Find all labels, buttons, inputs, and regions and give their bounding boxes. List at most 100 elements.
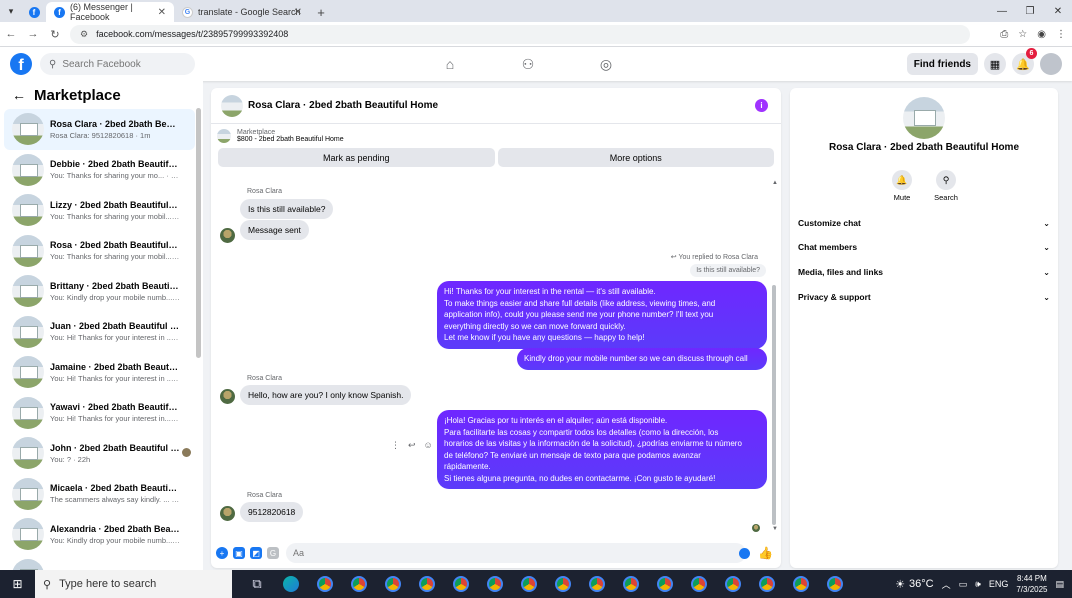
profile-avatar[interactable]	[903, 97, 945, 139]
notification-center-icon[interactable]: ▤	[1055, 579, 1064, 590]
conversation-info-icon[interactable]: i	[755, 99, 768, 112]
tab-facebook-pinned[interactable]: f	[22, 2, 46, 22]
url-field[interactable]: ⚙ facebook.com/messages/t/23895799993392…	[70, 24, 970, 44]
sender-avatar[interactable]	[220, 389, 235, 404]
network-icon[interactable]: ▭	[959, 579, 968, 590]
conversation-item[interactable]: Rosa Clara · 2bed 2bath Beautif... Rosa C…	[4, 109, 195, 150]
browser-menu-icon[interactable]: ⋮	[1056, 29, 1066, 40]
facebook-search-box[interactable]: ⚲	[40, 53, 195, 75]
message-bubble-incoming[interactable]: Is this still available?	[240, 199, 334, 219]
photo-icon[interactable]: ▣	[233, 547, 245, 559]
plus-icon[interactable]: +	[216, 547, 228, 559]
chrome-window-icon[interactable]	[784, 570, 818, 598]
chrome-window-icon[interactable]	[478, 570, 512, 598]
media-files-section[interactable]: Media, files and links ⌄	[798, 260, 1050, 284]
minimize-icon[interactable]: —	[988, 0, 1016, 22]
conversation-item[interactable]: Brittany · 2bed 2bath Beautiful ... You: …	[4, 271, 195, 312]
profile-icon[interactable]: ◉	[1037, 29, 1046, 40]
weather-widget[interactable]: ☀ 36°C	[895, 578, 933, 591]
windows-start-icon[interactable]: ⊞	[0, 577, 35, 591]
gif-icon[interactable]: G	[267, 547, 279, 559]
close-tab-icon[interactable]: ✕	[294, 7, 302, 18]
close-window-icon[interactable]: ✕	[1044, 0, 1072, 22]
message-input[interactable]	[286, 543, 746, 563]
tab-search-icon[interactable]: ▾	[0, 0, 22, 22]
bookmark-star-icon[interactable]: ☆	[1018, 29, 1027, 40]
forward-icon[interactable]: →	[22, 28, 44, 40]
chrome-window-icon[interactable]	[648, 570, 682, 598]
mute-button[interactable]: 🔔 Mute	[889, 170, 915, 202]
chrome-window-icon[interactable]	[308, 570, 342, 598]
sender-avatar[interactable]	[220, 228, 235, 243]
notifications-icon[interactable]: 🔔 6	[1012, 48, 1037, 75]
conversation-item[interactable]: Shane · 2bed 2bath Beautiful ...	[4, 555, 195, 570]
chrome-window-icon[interactable]	[342, 570, 376, 598]
tray-overflow-icon[interactable]: ︿	[942, 578, 951, 591]
chat-avatar[interactable]	[221, 94, 243, 117]
site-settings-icon[interactable]: ⚙	[80, 29, 88, 40]
search-conversation-button[interactable]: ⚲ Search	[933, 170, 959, 202]
groups-icon[interactable]: ◎	[596, 56, 616, 73]
chrome-window-icon[interactable]	[580, 570, 614, 598]
tab-google[interactable]: G translate - Google Search ✕	[174, 2, 310, 22]
message-bubble-outgoing[interactable]: Hi! Thanks for your interest in the rent…	[437, 281, 767, 349]
quoted-message[interactable]: Is this still available?	[690, 264, 766, 277]
conversation-item[interactable]: Jamaine · 2bed 2bath Beautiful ... You: H…	[4, 352, 195, 393]
message-bubble-incoming[interactable]: Hello, how are you? I only know Spanish.	[240, 385, 412, 405]
thumbs-up-icon[interactable]: 👍	[758, 546, 773, 560]
conversation-item[interactable]: Juan · 2bed 2bath Beautiful HomeYou: Hi!…	[4, 312, 195, 353]
edge-icon[interactable]	[274, 570, 308, 598]
back-icon[interactable]: ←	[0, 28, 22, 40]
facebook-logo-icon[interactable]: f	[10, 53, 32, 75]
conversation-item[interactable]: Alexandria · 2bed 2bath Beautif... You: K…	[4, 514, 195, 555]
chrome-window-icon[interactable]	[750, 570, 784, 598]
more-icon[interactable]: ⋮	[391, 440, 400, 451]
tab-messenger[interactable]: f (6) Messenger | Facebook ✕	[46, 2, 174, 22]
message-bubble-incoming[interactable]: Message sent	[240, 220, 309, 240]
privacy-support-section[interactable]: Privacy & support ⌄	[798, 285, 1050, 309]
chat-members-section[interactable]: Chat members ⌄	[798, 235, 1050, 259]
conversation-item[interactable]: Debbie · 2bed 2bath Beautiful H... You: T…	[4, 150, 195, 191]
react-icon[interactable]: ☺	[424, 440, 433, 451]
close-tab-icon[interactable]: ✕	[158, 7, 166, 18]
task-view-icon[interactable]: ⧉	[240, 570, 274, 598]
emoji-icon[interactable]	[739, 547, 750, 559]
message-bubble-incoming[interactable]: 9512820618	[240, 502, 304, 522]
volume-icon[interactable]: 🕪	[975, 579, 981, 590]
listing-title[interactable]: $800 - 2bed 2bath Beautiful Home	[237, 136, 344, 143]
language-indicator[interactable]: ENG	[989, 579, 1009, 589]
chrome-window-icon[interactable]	[614, 570, 648, 598]
find-friends-button[interactable]: Find friends	[906, 53, 978, 75]
sticker-icon[interactable]: ◩	[250, 547, 262, 559]
account-avatar[interactable]	[1040, 53, 1062, 75]
restore-icon[interactable]: ❐	[1016, 0, 1044, 22]
chrome-window-icon[interactable]	[410, 570, 444, 598]
message-bubble-outgoing[interactable]: Kindly drop your mobile number so we can…	[517, 348, 767, 370]
home-icon[interactable]: ⌂	[440, 56, 460, 73]
taskbar-search[interactable]: ⚲ Type here to search	[35, 570, 232, 598]
chat-title[interactable]: Rosa Clara · 2bed 2bath Beautiful Home	[248, 100, 438, 111]
chrome-window-icon[interactable]	[818, 570, 852, 598]
conversation-item[interactable]: Rosa · 2bed 2bath Beautiful HomeYou: Tha…	[4, 231, 195, 272]
conversation-item[interactable]: Yawavi · 2bed 2bath Beautiful H... You: H…	[4, 393, 195, 434]
facebook-search-input[interactable]	[62, 58, 183, 70]
chrome-window-icon[interactable]	[716, 570, 750, 598]
sender-avatar[interactable]	[220, 506, 235, 521]
back-arrow-icon[interactable]: ←	[12, 87, 26, 103]
chrome-window-icon[interactable]	[376, 570, 410, 598]
chrome-window-icon[interactable]	[546, 570, 580, 598]
customize-chat-section[interactable]: Customize chat ⌄	[798, 211, 1050, 235]
chrome-window-icon[interactable]	[512, 570, 546, 598]
clock[interactable]: 8:44 PM 7/3/2025	[1016, 573, 1047, 595]
install-app-icon[interactable]: ⎙	[1000, 29, 1008, 40]
scroll-up-icon[interactable]: ▲	[772, 180, 778, 186]
conversation-item[interactable]: John · 2bed 2bath Beautiful H... You: ? ·…	[4, 433, 195, 474]
message-bubble-outgoing[interactable]: ¡Hola! Gracias por tu interés en el alqu…	[437, 410, 767, 489]
mark-as-pending-button[interactable]: Mark as pending	[218, 148, 495, 167]
chat-scrollbar[interactable]	[772, 285, 776, 525]
reply-icon[interactable]: ↩	[408, 440, 416, 451]
new-tab-button[interactable]: +	[310, 2, 332, 22]
friends-icon[interactable]: ⚇	[518, 56, 538, 73]
conversation-item[interactable]: Micaela · 2bed 2bath Beautiful ... The sc…	[4, 474, 195, 515]
chrome-window-icon[interactable]	[444, 570, 478, 598]
